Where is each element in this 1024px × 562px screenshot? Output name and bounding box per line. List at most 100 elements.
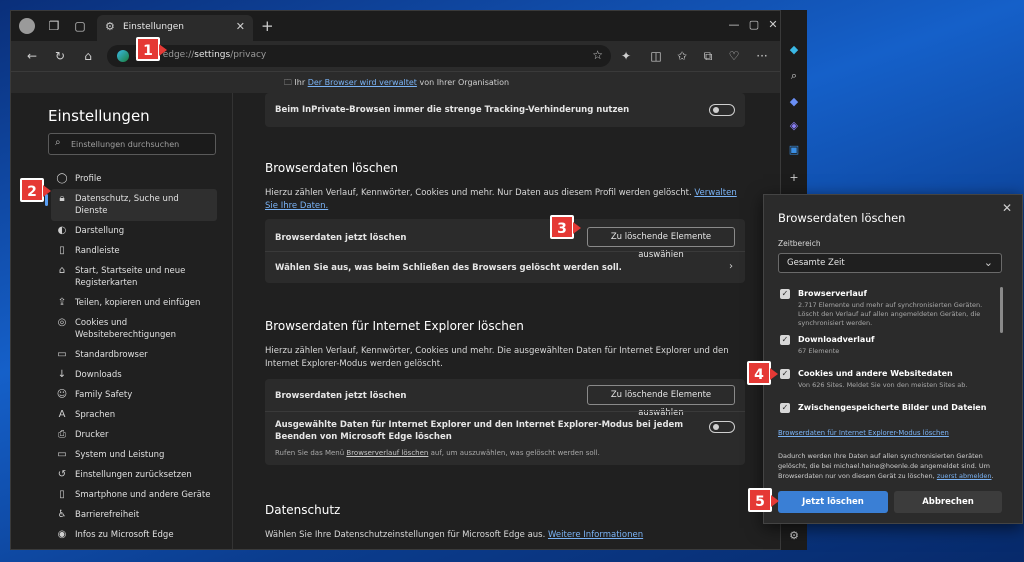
sidebar-item-downloads[interactable]: ↓ Downloads [51,365,217,385]
add-icon[interactable]: + [786,170,802,186]
cancel-button[interactable]: Abbrechen [894,491,1002,513]
sidebar-title: Einstellungen [48,107,150,125]
clear-now-label: Browserdaten jetzt löschen [275,233,407,243]
family-icon: ☺ [56,389,68,400]
reset-icon: ↺ [57,469,67,480]
tab-title: Einstellungen [123,22,185,32]
chevron-right-icon[interactable]: › [729,261,733,272]
clear-data-heading: Browserdaten löschen [265,161,399,175]
sidebar-item-family-safety[interactable]: ☺ Family Safety [51,385,217,405]
sign-out-link[interactable]: zuerst abmelden [937,472,992,480]
inprivate-toggle[interactable] [709,104,735,116]
sidebar-item-cookies[interactable]: ◎ Cookies und Websiteberechtigungen [51,313,217,345]
cookies-desc: Von 626 Sites. Meldet Sie von den meiste… [798,381,968,389]
browser-history-link[interactable]: Browserverlauf löschen [346,449,428,457]
privacy-heading: Datenschutz [265,503,341,517]
sidebar-item-share[interactable]: ⇪ Teilen, kopieren und einfügen [51,293,217,313]
dialog-scrollbar[interactable] [1000,287,1003,333]
time-range-select[interactable]: Gesamte Zeit ⌄ [778,253,1002,273]
ie-choose-items-button[interactable]: Zu löschende Elemente auswählen [587,385,735,418]
close-window-icon[interactable]: ✕ [762,15,780,35]
more-info-link[interactable]: Weitere Informationen [548,530,643,540]
cookies-checkbox[interactable]: ✓ [780,369,790,379]
sidebar-item-sidebar[interactable]: ▯ Randleiste [51,241,217,261]
favorites-icon[interactable]: ✩ [673,47,691,65]
workspaces-icon[interactable]: ❐ [45,17,63,35]
home-icon: ⌂ [58,265,66,276]
inprivate-label: Beim InPrivate-Browsen immer die strenge… [275,105,630,115]
tag-icon[interactable]: ◆ [786,94,802,110]
new-tab-icon[interactable]: + [261,17,274,35]
ie-clear-toggle[interactable] [709,421,735,433]
share-icon: ⇪ [57,297,67,308]
favorite-star-icon[interactable]: ☆ [592,48,603,62]
search-input[interactable] [71,137,211,151]
edge-icon: ◉ [57,529,67,540]
history-checkbox[interactable]: ✓ [780,289,790,299]
divider [265,251,745,252]
history-desc: 2.717 Elemente und mehr auf synchronisie… [798,301,983,327]
clear-on-close-label[interactable]: Wählen Sie aus, was beim Schließen des B… [275,263,622,273]
search-icon[interactable]: ⌕ [786,68,802,84]
briefcase-icon: 🗀 [283,78,292,87]
back-icon[interactable]: ← [23,47,41,65]
clear-now-button[interactable]: Jetzt löschen [778,491,888,513]
outlook-icon[interactable]: ▣ [786,142,802,158]
browser-essentials-icon[interactable]: ♡ [725,47,743,65]
sidebar-item-default-browser[interactable]: ▭ Standardbrowser [51,345,217,365]
sidebar-item-languages[interactable]: A Sprachen [51,405,217,425]
m365-icon[interactable]: ◈ [786,118,802,134]
close-tab-icon[interactable]: ✕ [236,20,245,33]
cache-checkbox[interactable]: ✓ [780,403,790,413]
collections-icon[interactable]: ⧉ [699,47,717,65]
minimize-icon[interactable]: — [723,15,745,35]
download-history-checkbox[interactable]: ✓ [780,335,790,345]
cache-title: Zwischengespeicherte Bilder und Dateien [798,403,987,412]
download-icon: ↓ [57,369,67,380]
chevron-down-icon: ⌄ [983,256,993,269]
ie-card: Browserdaten jetzt löschen Zu löschende … [265,379,745,465]
sidebar-item-printers[interactable]: ⎙ Drucker [51,425,217,445]
gear-icon: ⚙ [105,20,115,33]
settings-search[interactable]: ⌕ [48,133,216,155]
tab-actions-icon[interactable]: ▢ [71,17,89,35]
sidebar-item-accessibility[interactable]: ♿︎ Barrierefreiheit [51,505,217,525]
ie-mode-clear-link[interactable]: Browserdaten für Internet Explorer-Modus… [778,429,949,437]
tab-settings[interactable]: ⚙ Einstellungen ✕ [97,15,253,41]
sidebar-item-appearance[interactable]: ◐ Darstellung [51,221,217,241]
download-history-title: Downloadverlauf [798,335,875,344]
step-badge-2: 2 [20,178,51,202]
home-icon[interactable]: ⌂ [79,47,97,65]
language-icon: A [58,409,66,420]
sidebar-item-phone[interactable]: ▯ Smartphone und andere Geräte [51,485,217,505]
sidebar-item-reset[interactable]: ↺ Einstellungen zurücksetzen [51,465,217,485]
inprivate-card: Beim InPrivate-Browsen immer die strenge… [265,93,745,127]
split-screen-icon[interactable]: ◫ [647,47,665,65]
more-menu-icon[interactable]: ··· [753,47,771,65]
refresh-icon[interactable]: ↻ [51,47,69,65]
sidebar-item-profile[interactable]: ◯ Profile [51,169,217,189]
sidebar-settings-gear-icon[interactable]: ⚙ [786,528,802,544]
step-badge-1: 1 [136,37,167,61]
choose-items-button[interactable]: Zu löschende Elemente auswählen [587,227,735,260]
sidebar-item-about[interactable]: ◉ Infos zu Microsoft Edge [51,525,217,545]
sidebar-item-system[interactable]: ▭ System und Leistung [51,445,217,465]
sidebar-item-privacy[interactable]: 🔒︎ Datenschutz, Suche und Dienste [45,189,217,221]
phone-icon: ▯ [59,489,65,500]
lock-icon: 🔒︎ [59,193,65,204]
step-badge-3: 3 [550,215,581,239]
person-icon: ◯ [56,173,68,184]
extensions-icon[interactable]: ✦ [617,47,635,65]
close-dialog-icon[interactable]: ✕ [1002,201,1012,215]
profile-avatar[interactable] [19,18,35,34]
browser-window: ❐ ▢ ⚙ Einstellungen ✕ + — ▢ ✕ ← ↻ ⌂ Eedg… [10,10,781,550]
ie-desc: Hierzu zählen Verlauf, Kennwörter, Cooki… [265,346,729,369]
sidebar-icon: ▯ [59,245,65,256]
address-bar[interactable]: Eedge://settings/privacy ☆ [107,45,611,67]
managed-link[interactable]: Der Browser wird verwaltet [308,78,417,87]
sidebar-item-start[interactable]: ⌂ Start, Startseite und neue Registerkart… [51,261,217,293]
copilot-icon[interactable]: ◆ [786,42,802,58]
search-icon: ⌕ [55,137,61,148]
settings-menu: ◯ Profile 🔒︎ Datenschutz, Suche und Dienst… [45,169,217,545]
edge-logo-icon [117,50,129,62]
